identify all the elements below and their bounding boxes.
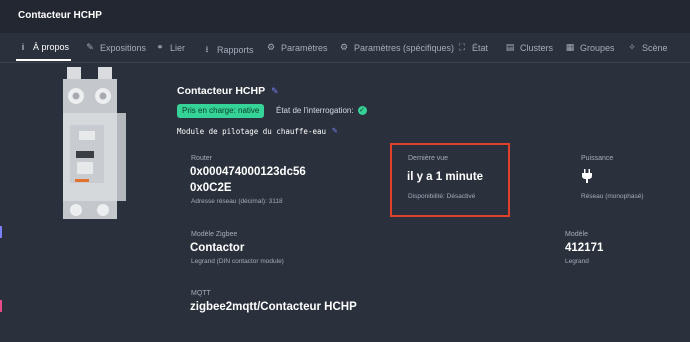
tab-scene[interactable]: ✧ Scène xyxy=(627,42,668,53)
cog-icon: ⚙ xyxy=(339,42,349,52)
left-edge-marker xyxy=(0,226,2,238)
support-badge: Pris en charge: native xyxy=(177,104,265,118)
tab-exposes[interactable]: ✎ Expositions xyxy=(85,42,146,53)
tab-clusters[interactable]: ▤ Clusters xyxy=(505,42,553,53)
tab-label: Lier xyxy=(170,42,186,53)
edit-icon[interactable]: ✎ xyxy=(271,86,279,97)
tab-label: Clusters xyxy=(520,42,554,53)
model-label: Modèle xyxy=(565,231,588,238)
plug-icon xyxy=(582,169,592,183)
tab-state[interactable]: ⛶ État xyxy=(457,42,488,53)
power-label: Puissance xyxy=(581,155,614,162)
last-seen-label: Dernière vue xyxy=(408,155,449,162)
power-source-text: Réseau (monophasé) xyxy=(581,193,644,200)
tab-label: Scène xyxy=(642,42,668,53)
tab-bar: i À propos ✎ Expositions ⚭ Lier ⭳ Rappor… xyxy=(0,33,690,63)
check-circle-icon: ✓ xyxy=(357,106,367,115)
top-bar: Contacteur HCHP xyxy=(0,0,690,33)
tab-about[interactable]: i À propos xyxy=(18,42,69,52)
info-icon: i xyxy=(22,42,24,52)
tab-label: Paramètres xyxy=(281,42,328,53)
tab-label: Expositions xyxy=(100,42,147,53)
tab-settings[interactable]: ⚙ Paramètres xyxy=(266,42,328,53)
router-ieee: 0x000474000123dc56 xyxy=(190,166,306,178)
tab-settings-specific[interactable]: ⚙ Paramètres (spécifiques) xyxy=(339,42,454,53)
download-icon: ⭳ xyxy=(205,44,209,54)
page-title: Contacteur HCHP xyxy=(18,10,102,21)
zigbee-model-value: Contactor xyxy=(190,242,245,254)
pencil-icon: ✎ xyxy=(86,42,94,52)
model-value: 412171 xyxy=(565,242,604,254)
device-image xyxy=(63,67,126,219)
model-vendor: Legrand xyxy=(565,258,589,265)
tab-label: Rapports xyxy=(217,45,254,55)
device-name: Contacteur HCHP ✎ xyxy=(177,85,279,97)
mqtt-topic: zigbee2mqtt/Contacteur HCHP xyxy=(190,301,357,313)
expand-icon: ⛶ xyxy=(458,42,466,52)
tab-label: État xyxy=(472,42,489,53)
active-tab-indicator xyxy=(16,59,71,61)
router-network-address: 0x0C2E xyxy=(190,182,232,194)
tab-label: Groupes xyxy=(580,42,615,53)
last-seen-value: il y a 1 minute xyxy=(407,171,484,183)
group-icon: ▦ xyxy=(565,42,575,52)
device-name-text: Contacteur HCHP xyxy=(177,85,266,97)
tab-bind[interactable]: ⚭ Lier xyxy=(155,42,185,53)
tab-label: Paramètres (spécifiques) xyxy=(354,42,455,53)
device-description: Module de pilotage du chauffe-eau ✎ xyxy=(177,126,337,136)
zigbee-model-label: Modèle Zigbee xyxy=(191,231,238,238)
router-label: Router xyxy=(191,155,213,162)
zigbee-model-vendor: Legrand (DIN contactor module) xyxy=(191,258,284,265)
router-decimal-address: Adresse réseau (décimal): 3118 xyxy=(191,198,283,205)
description-text: Module de pilotage du chauffe-eau xyxy=(177,126,327,136)
interrogation-status: État de l'interrogation: ✓ xyxy=(276,106,367,115)
edit-icon[interactable]: ✎ xyxy=(332,126,337,136)
availability-text: Disponibilité: Désactivé xyxy=(408,193,476,200)
magic-icon: ✧ xyxy=(628,42,636,52)
mqtt-label: MQTT xyxy=(191,290,211,297)
link-icon: ⚭ xyxy=(156,42,164,52)
cogs-icon: ⚙ xyxy=(266,42,276,52)
tab-reporting[interactable]: ⭳ Rapports xyxy=(202,42,254,58)
server-icon: ▤ xyxy=(505,42,515,52)
tab-label: À propos xyxy=(33,42,70,52)
interrogation-label: État de l'interrogation: xyxy=(276,106,354,115)
left-edge-marker xyxy=(0,300,2,312)
tab-groups[interactable]: ▦ Groupes xyxy=(565,42,615,53)
